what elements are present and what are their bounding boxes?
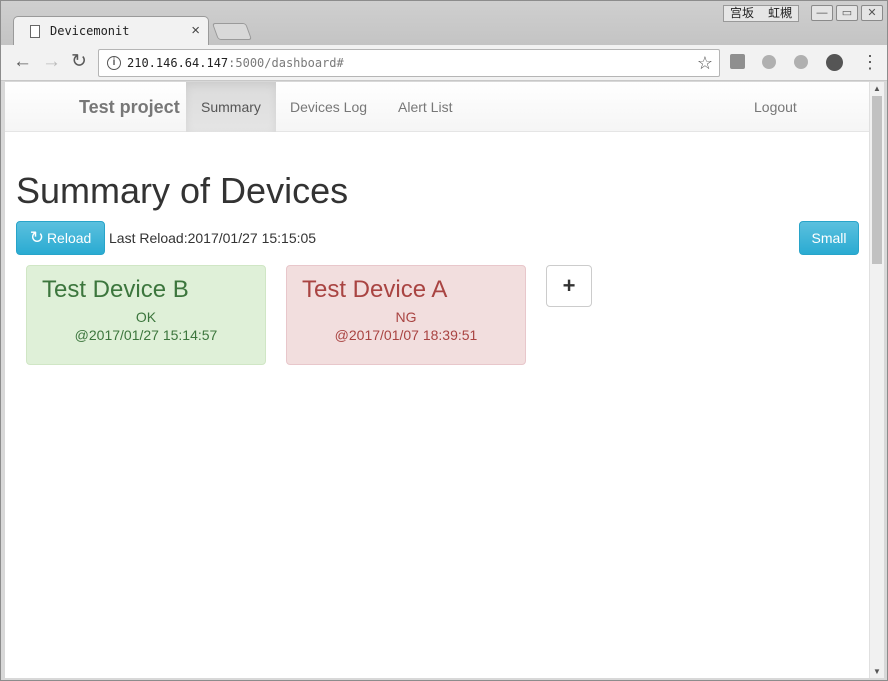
device-timestamp: @2017/01/27 15:14:57	[74, 327, 218, 343]
device-card-test-device-a[interactable]: Test Device A NG @2017/01/07 18:39:51	[286, 265, 526, 365]
url-text[interactable]: 210.146.64.147:5000/dashboard#	[127, 56, 344, 70]
info-icon[interactable]: i	[107, 56, 121, 70]
page-title: Summary of Devices	[16, 170, 349, 211]
new-tab-button[interactable]	[211, 23, 253, 40]
last-reload-text: Last Reload:2017/01/27 15:15:05	[109, 230, 317, 246]
back-icon[interactable]: ←	[13, 52, 32, 72]
power-extension-icon[interactable]	[826, 54, 843, 71]
browser-tab[interactable]: Devicemonit ×	[13, 16, 209, 45]
extension-icon[interactable]	[794, 55, 808, 69]
scroll-up-icon[interactable]: ▲	[873, 84, 881, 93]
ime-indicator: 宫坂 虹槻	[723, 5, 800, 22]
device-name: Test Device A	[302, 276, 448, 303]
address-bar[interactable]: i 210.146.64.147:5000/dashboard# ☆	[98, 49, 720, 77]
restore-button[interactable]: ▭	[836, 5, 858, 21]
scrollbar-thumb[interactable]	[872, 96, 882, 264]
device-timestamp: @2017/01/07 18:39:51	[334, 327, 478, 343]
ime-label: 虹槻	[768, 6, 793, 20]
device-card-test-device-b[interactable]: Test Device B OK @2017/01/27 15:14:57	[26, 265, 266, 365]
device-status: NG	[395, 309, 417, 325]
minimize-button[interactable]: —	[811, 5, 833, 21]
app-navbar: Test project Summary Devices Log Alert L…	[5, 82, 869, 132]
reload-label: Reload	[46, 230, 92, 246]
logout-link[interactable]: Logout	[739, 82, 812, 132]
url-host: 210.146.64.147	[127, 56, 229, 70]
ime-label: 宫坂	[730, 6, 755, 20]
refresh-icon: ↻	[29, 228, 44, 247]
browser-toolbar: ← → ↻ i 210.146.64.147:5000/dashboard# ☆…	[1, 45, 887, 81]
device-name: Test Device B	[42, 276, 189, 303]
extension-icon[interactable]	[762, 55, 776, 69]
nav-item-devices-log[interactable]: Devices Log	[275, 82, 382, 132]
forward-icon[interactable]: →	[42, 52, 61, 72]
browser-window: Devicemonit × 宫坂 虹槻 — ▭ ✕ ← → ↻ i 210.14…	[0, 0, 888, 681]
url-path: :5000/dashboard#	[228, 56, 344, 70]
scroll-down-icon[interactable]: ▼	[873, 667, 881, 676]
extension-icon[interactable]	[730, 54, 745, 69]
tab-close-icon[interactable]: ×	[191, 22, 200, 39]
page-scrollbar[interactable]: ▲ ▼	[869, 82, 884, 678]
tab-strip: Devicemonit × 宫坂 虹槻 — ▭ ✕	[1, 1, 887, 45]
browser-menu-icon[interactable]: ⋮	[861, 53, 879, 71]
tab-title: Devicemonit	[50, 24, 130, 38]
add-device-button[interactable]: +	[546, 265, 592, 307]
small-view-button[interactable]: Small	[799, 221, 859, 255]
nav-item-summary[interactable]: Summary	[186, 82, 276, 132]
page-viewport: Test project Summary Devices Log Alert L…	[5, 82, 869, 678]
page-icon	[30, 25, 40, 38]
window-close-button[interactable]: ✕	[861, 5, 883, 21]
nav-item-alert-list[interactable]: Alert List	[383, 82, 467, 132]
bookmark-star-icon[interactable]: ☆	[697, 53, 713, 74]
reload-button[interactable]: ↻ Reload	[16, 221, 105, 255]
reload-page-icon[interactable]: ↻	[71, 52, 87, 72]
brand-link[interactable]: Test project	[79, 97, 180, 118]
device-status: OK	[135, 309, 157, 325]
